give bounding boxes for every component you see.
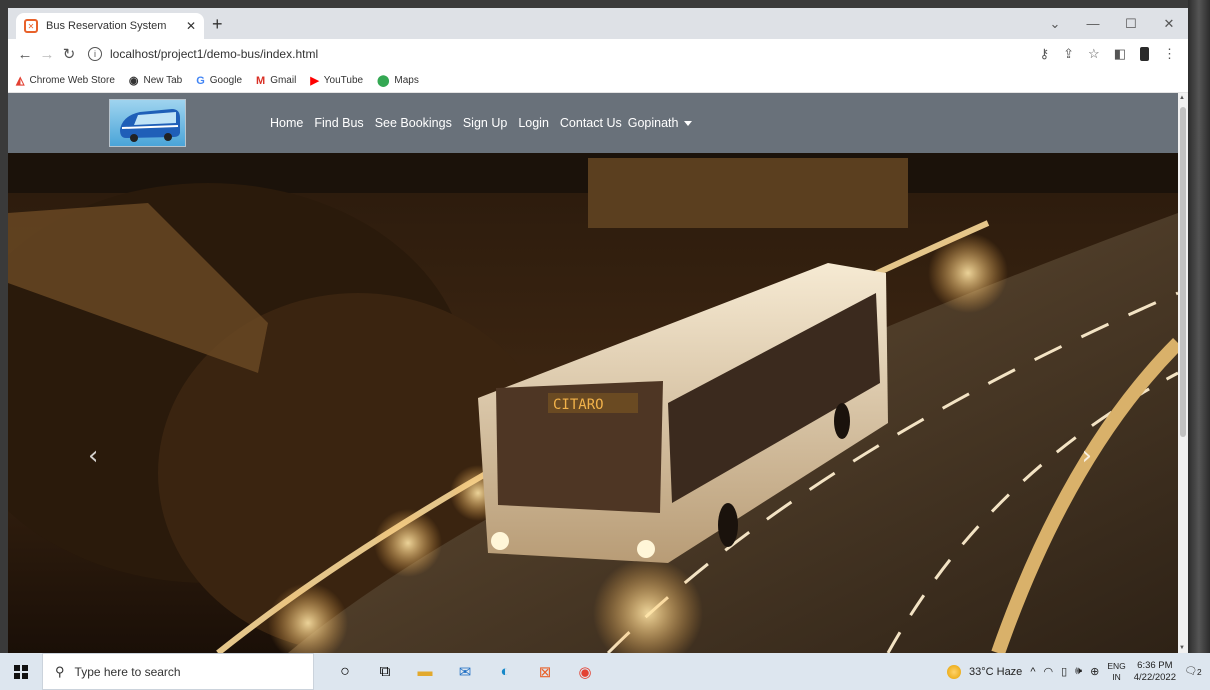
bookmark-gmail[interactable]: M Gmail xyxy=(256,75,296,87)
site-info-icon[interactable]: i xyxy=(88,47,102,61)
caret-down-icon xyxy=(684,121,693,127)
cortana-icon[interactable]: ○ xyxy=(334,661,356,683)
bookmark-youtube[interactable]: ▶ YouTube xyxy=(310,74,363,87)
language-globe-icon[interactable]: ⊕ xyxy=(1090,665,1099,678)
taskbar-search-input[interactable]: ⚲ Type here to search xyxy=(42,653,314,690)
browser-window: ✕ Bus Reservation System ✕ + ⌄ — ☐ ✕ ← →… xyxy=(8,8,1188,653)
nav-links: Home Find Bus See Bookings Sign Up Login… xyxy=(270,93,693,153)
bookmarks-bar: ◭ Chrome Web Store ◉ New Tab G Google M Gmail ▶ Y… xyxy=(8,69,1188,93)
desktop-background xyxy=(1188,0,1210,653)
url-text: localhost/project1/demo-bus/index.html xyxy=(110,47,319,61)
globe-icon: ◉ xyxy=(128,75,139,87)
clock-date: 4/22/2022 xyxy=(1133,671,1176,683)
address-bar-row: ← → ↻ i localhost/project1/demo-bus/inde… xyxy=(8,39,1188,69)
weather-haze-icon xyxy=(946,664,961,679)
start-button[interactable] xyxy=(0,664,42,679)
bookmark-new-tab[interactable]: ◉ New Tab xyxy=(129,74,182,87)
nav-see-bookings[interactable]: See Bookings xyxy=(375,116,452,130)
language-indicator[interactable]: ENG IN xyxy=(1107,661,1125,683)
bus-night-image: CITARO xyxy=(8,153,1178,653)
google-icon: G xyxy=(196,74,205,87)
tab-bar: ✕ Bus Reservation System ✕ + ⌄ — ☐ ✕ xyxy=(8,8,1188,39)
search-placeholder: Type here to search xyxy=(74,664,181,679)
notification-count: 2 xyxy=(1197,666,1202,677)
key-icon[interactable]: ⚷ xyxy=(1040,46,1050,62)
chrome-icon[interactable]: ◉ xyxy=(574,661,596,683)
reload-icon[interactable]: ↻ xyxy=(58,45,80,63)
maps-pin-icon: ⬤ xyxy=(377,75,390,87)
scroll-down-icon[interactable]: ▼ xyxy=(1179,645,1185,651)
back-arrow-icon[interactable]: ← xyxy=(14,46,36,63)
side-panel-icon[interactable]: ◧ xyxy=(1114,46,1126,62)
windows-taskbar: ⚲ Type here to search ○ ⧉ ▬ ✉ ◐ ⊠ ◉ 33°C… xyxy=(0,653,1210,690)
carousel-next-button[interactable]: › xyxy=(1082,441,1092,471)
bus-destination-sign: CITARO xyxy=(553,397,604,413)
gmail-icon: M xyxy=(256,74,266,87)
battery-icon[interactable]: ▯ xyxy=(1061,665,1067,678)
bookmark-label: Google xyxy=(209,75,243,86)
clock-time: 6:36 PM xyxy=(1137,659,1173,671)
tab-bus-reservation[interactable]: ✕ Bus Reservation System ✕ xyxy=(16,13,204,39)
bookmark-label: YouTube xyxy=(323,75,364,86)
page-scrollbar[interactable]: ▲ ▼ xyxy=(1178,93,1188,653)
window-controls: ⌄ — ☐ ✕ xyxy=(1036,8,1188,39)
nav-contact-us[interactable]: Contact Us xyxy=(560,116,622,130)
user-name: Gopinath xyxy=(627,116,679,130)
site-navbar: Home Find Bus See Bookings Sign Up Login… xyxy=(8,93,1178,153)
nav-sign-up[interactable]: Sign Up xyxy=(463,116,507,130)
bookmark-label: New Tab xyxy=(143,75,183,86)
tab-title: Bus Reservation System xyxy=(46,20,167,32)
scrollbar-thumb[interactable] xyxy=(1180,107,1186,437)
task-view-icon[interactable]: ⧉ xyxy=(374,661,396,683)
volume-icon[interactable]: 🕪 xyxy=(1075,665,1082,678)
minimize-button[interactable]: — xyxy=(1074,8,1112,39)
bookmark-label: Maps xyxy=(394,75,419,86)
tab-search-icon[interactable]: ⌄ xyxy=(1036,8,1074,39)
youtube-icon: ▶ xyxy=(310,75,319,87)
mail-icon[interactable]: ✉ xyxy=(454,661,476,683)
nav-login[interactable]: Login xyxy=(518,116,549,130)
url-input[interactable]: i localhost/project1/demo-bus/index.html xyxy=(88,43,1040,65)
desktop: ✕ Bus Reservation System ✕ + ⌄ — ☐ ✕ ← →… xyxy=(0,0,1210,690)
extension-icon[interactable] xyxy=(1140,47,1149,61)
search-icon: ⚲ xyxy=(55,663,65,679)
forward-arrow-icon[interactable]: → xyxy=(36,46,58,63)
browser-toolbar: ⚷ ⇪ ☆ ◧ ⋮ xyxy=(1040,46,1176,62)
share-icon[interactable]: ⇪ xyxy=(1063,46,1074,62)
web-page: Home Find Bus See Bookings Sign Up Login… xyxy=(8,93,1178,653)
chevron-up-icon[interactable]: ^ xyxy=(1030,666,1035,678)
file-explorer-icon[interactable]: ▬ xyxy=(414,661,436,683)
weather-text[interactable]: 33°C Haze xyxy=(969,666,1022,678)
nav-home[interactable]: Home xyxy=(270,116,303,130)
bookmark-chrome-web-store[interactable]: ◭ Chrome Web Store xyxy=(16,74,115,87)
nav-find-bus[interactable]: Find Bus xyxy=(314,116,363,130)
notification-center-button[interactable]: 🗨 2 xyxy=(1184,663,1202,681)
xampp-favicon-icon: ✕ xyxy=(24,19,38,33)
new-tab-button[interactable]: + xyxy=(212,15,223,33)
bookmark-maps[interactable]: ⬤ Maps xyxy=(377,74,419,87)
maximize-button[interactable]: ☐ xyxy=(1112,8,1150,39)
user-dropdown[interactable]: Gopinath xyxy=(628,116,693,130)
bookmark-google[interactable]: G Google xyxy=(196,75,242,87)
xampp-icon[interactable]: ⊠ xyxy=(534,661,556,683)
edge-icon[interactable]: ◐ xyxy=(494,661,516,683)
chrome-web-store-icon: ◭ xyxy=(16,75,25,87)
scroll-up-icon[interactable]: ▲ xyxy=(1179,95,1185,101)
bookmark-label: Chrome Web Store xyxy=(29,75,115,86)
lang-top: ENG xyxy=(1107,660,1126,671)
bus-logo[interactable] xyxy=(109,99,186,147)
hero-carousel: CITARO ‹ › xyxy=(8,153,1178,653)
star-bookmark-icon[interactable]: ☆ xyxy=(1088,46,1100,62)
clock[interactable]: 6:36 PM 4/22/2022 xyxy=(1134,660,1176,684)
taskbar-apps: ○ ⧉ ▬ ✉ ◐ ⊠ ◉ xyxy=(334,661,596,683)
menu-kebab-icon[interactable]: ⋮ xyxy=(1163,46,1176,62)
windows-logo-icon xyxy=(14,664,28,679)
network-icon[interactable]: ◠ xyxy=(1043,665,1053,678)
lang-bottom: IN xyxy=(1112,671,1121,682)
bookmark-label: Gmail xyxy=(270,75,297,86)
close-window-button[interactable]: ✕ xyxy=(1150,8,1188,39)
system-tray: 33°C Haze ^ ◠ ▯ 🕪 ⊕ ENG IN 6:36 PM 4/22/… xyxy=(946,653,1210,690)
tab-close-icon[interactable]: ✕ xyxy=(186,19,196,33)
carousel-prev-button[interactable]: ‹ xyxy=(88,441,98,471)
